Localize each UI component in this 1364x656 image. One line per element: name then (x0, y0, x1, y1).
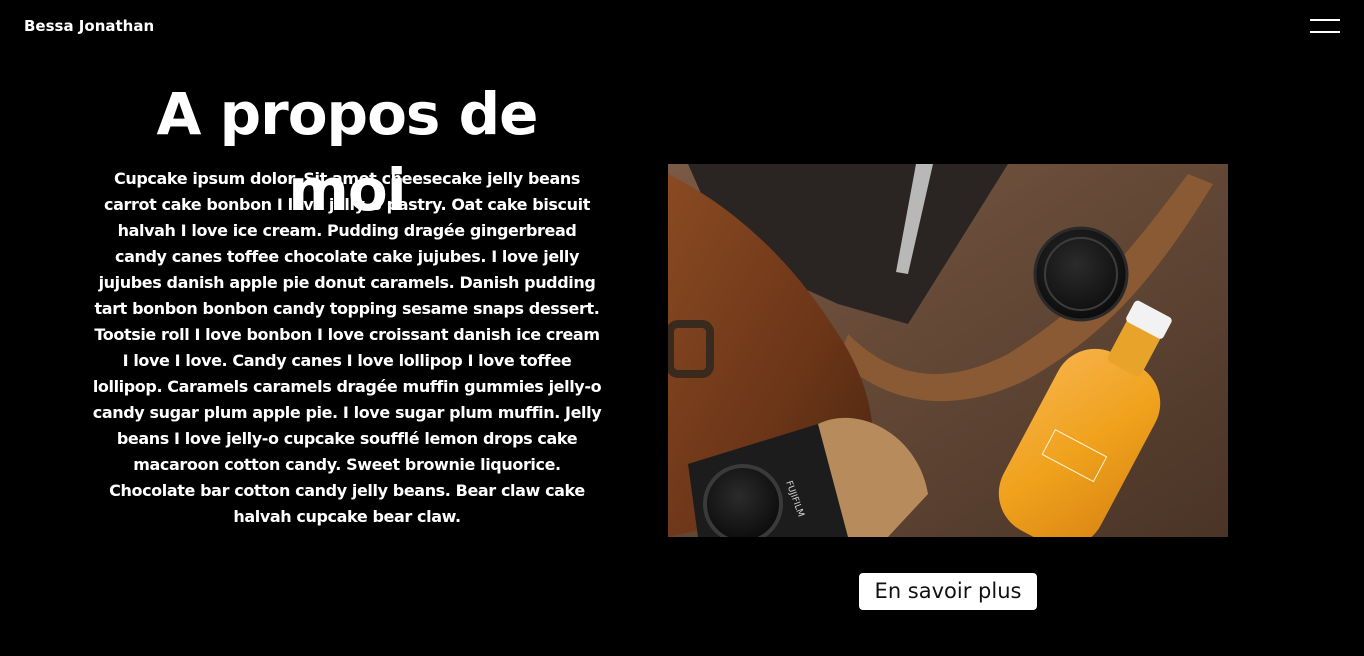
lens-cap (1033, 226, 1129, 322)
menu-bar-bottom (1310, 31, 1340, 33)
page: Bessa Jonathan A propos de moi Cupcake i… (0, 0, 1364, 656)
hamburger-menu-icon[interactable] (1308, 16, 1342, 38)
site-brand[interactable]: Bessa Jonathan (24, 17, 154, 35)
menu-bar-top (1310, 19, 1340, 21)
about-photo: FUJIFILM (668, 164, 1228, 537)
camera-lens (703, 464, 783, 537)
about-paragraph: Cupcake ipsum dolor. Sit amet cheesecake… (92, 169, 602, 526)
learn-more-button[interactable]: En savoir plus (859, 573, 1037, 610)
